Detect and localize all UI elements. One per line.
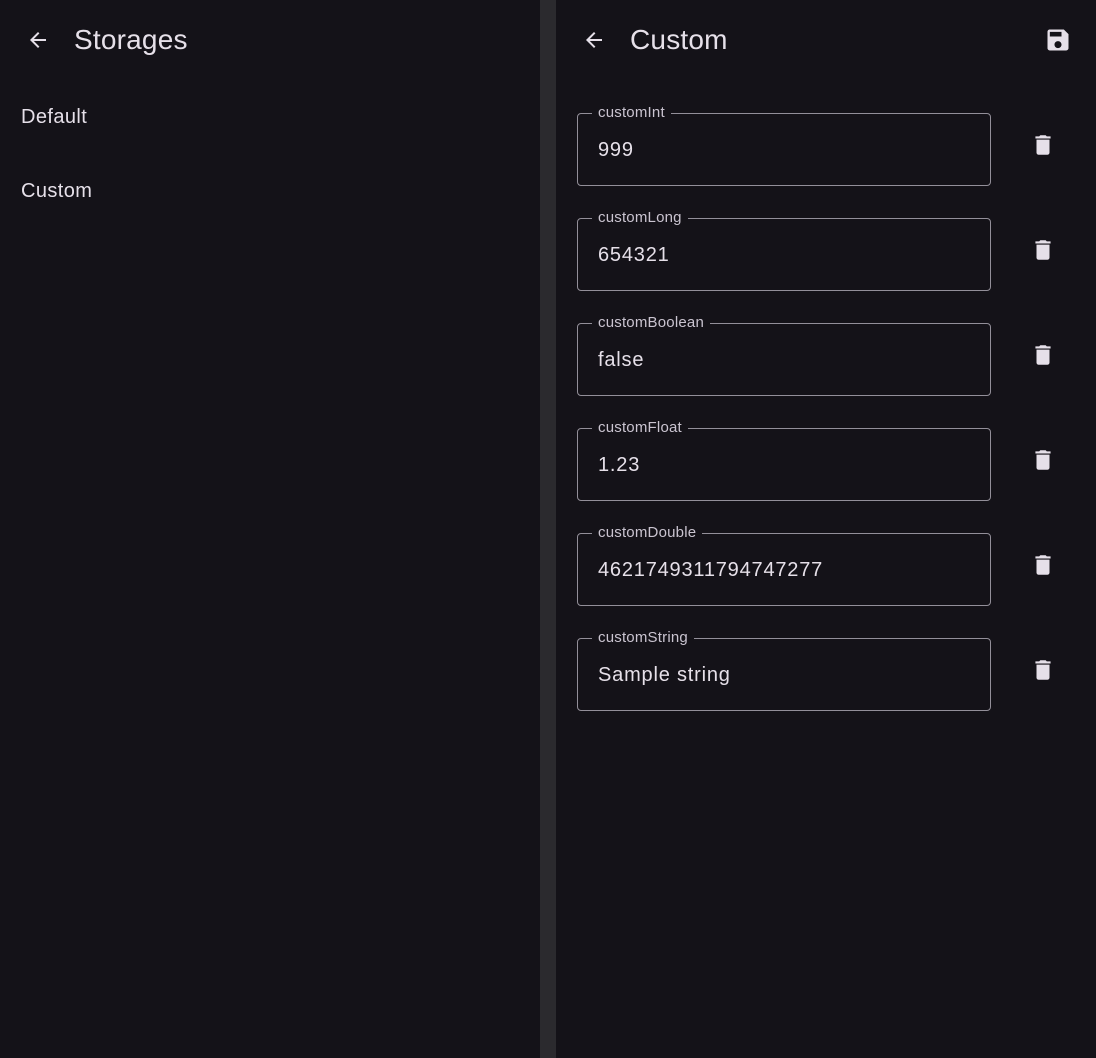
custom-boolean-field[interactable]: customBoolean false — [577, 314, 991, 396]
delete-button[interactable] — [1023, 440, 1063, 480]
field-label: customDouble — [592, 524, 703, 542]
custom-title: Custom — [630, 24, 728, 55]
field-value[interactable]: 999 — [598, 136, 634, 164]
delete-icon — [1035, 555, 1051, 575]
storages-back-button[interactable] — [18, 20, 58, 60]
storage-item-default[interactable]: Default — [0, 80, 540, 154]
custom-storage-pane: Custom customInt 999 customLong 654321 c… — [556, 0, 1096, 1058]
custom-back-button[interactable] — [574, 20, 614, 60]
delete-button[interactable] — [1023, 335, 1063, 375]
custom-top-bar: Custom — [556, 0, 1096, 80]
custom-string-field[interactable]: customString Sample string — [577, 629, 991, 711]
field-list: customInt 999 customLong 654321 customBo… — [556, 104, 1096, 743]
storages-top-bar: Storages — [0, 0, 540, 80]
delete-button[interactable] — [1023, 125, 1063, 165]
custom-int-field[interactable]: customInt 999 — [577, 104, 991, 186]
field-value[interactable]: Sample string — [598, 661, 731, 689]
field-value[interactable]: 4621749311794747277 — [598, 556, 823, 584]
save-button[interactable] — [1038, 20, 1078, 60]
storages-pane: Storages Default Custom — [0, 0, 540, 1058]
delete-button[interactable] — [1023, 545, 1063, 585]
storage-item-custom[interactable]: Custom — [0, 154, 540, 228]
field-row-customLong: customLong 654321 — [556, 209, 1096, 323]
delete-button[interactable] — [1023, 230, 1063, 270]
arrow-back-icon — [586, 32, 602, 48]
field-value[interactable]: 654321 — [598, 241, 670, 269]
delete-icon — [1035, 450, 1051, 470]
field-label: customString — [592, 629, 694, 647]
custom-double-field[interactable]: customDouble 4621749311794747277 — [577, 524, 991, 606]
field-row-customFloat: customFloat 1.23 — [556, 419, 1096, 533]
storage-list: Default Custom — [0, 80, 540, 228]
delete-icon — [1035, 240, 1051, 260]
delete-button[interactable] — [1023, 650, 1063, 690]
field-label: customFloat — [592, 419, 688, 437]
field-label: customLong — [592, 209, 688, 227]
field-row-customInt: customInt 999 — [556, 104, 1096, 218]
field-label: customInt — [592, 104, 671, 122]
field-row-customBoolean: customBoolean false — [556, 314, 1096, 428]
field-row-customString: customString Sample string — [556, 629, 1096, 743]
custom-float-field[interactable]: customFloat 1.23 — [577, 419, 991, 501]
delete-icon — [1035, 345, 1051, 365]
app-root: Storages Default Custom Custom customInt… — [0, 0, 1096, 1058]
pane-divider[interactable] — [540, 0, 556, 1058]
delete-icon — [1035, 660, 1051, 680]
field-value[interactable]: 1.23 — [598, 451, 640, 479]
field-label: customBoolean — [592, 314, 710, 332]
delete-icon — [1035, 135, 1051, 155]
field-row-customDouble: customDouble 4621749311794747277 — [556, 524, 1096, 638]
field-value[interactable]: false — [598, 346, 644, 374]
save-icon — [1047, 29, 1069, 51]
arrow-back-icon — [30, 32, 46, 48]
custom-long-field[interactable]: customLong 654321 — [577, 209, 991, 291]
storages-title: Storages — [74, 24, 188, 55]
